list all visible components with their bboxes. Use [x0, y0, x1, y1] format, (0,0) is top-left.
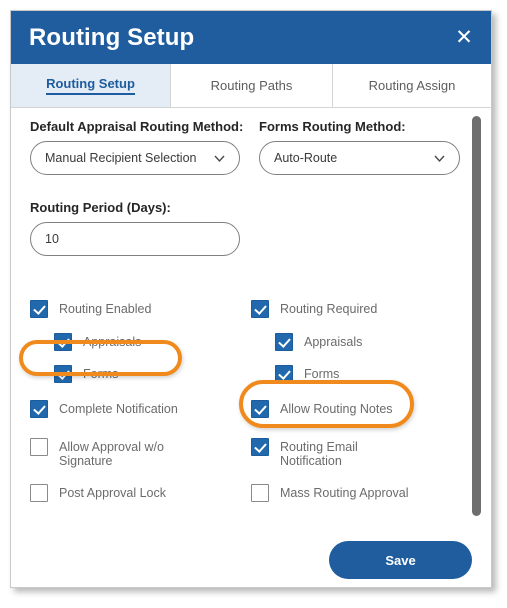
routing-setup-dialog: Routing Setup ✕ Routing Setup Routing Pa…: [10, 10, 492, 588]
checkbox-label: Routing Required: [280, 302, 378, 316]
checkbox-label: Post Approval Lock: [59, 486, 167, 500]
checkbox-row-left-appraisals[interactable]: Appraisals: [54, 333, 141, 351]
dialog-content: Default Appraisal Routing Method: Manual…: [11, 108, 491, 587]
appraisal-routing-method-value: Manual Recipient Selection: [45, 151, 197, 165]
dialog-footer: Save: [11, 535, 491, 587]
dialog-title: Routing Setup: [29, 23, 195, 51]
checkbox-row-left-allow-approval-w-o-signature[interactable]: Allow Approval w/o Signature: [30, 438, 164, 468]
checkbox-row-left-forms[interactable]: Forms: [54, 365, 118, 383]
checkbox-row-right-forms[interactable]: Forms: [275, 365, 339, 383]
checkbox-checked-icon[interactable]: [251, 438, 269, 456]
checkbox-unchecked-icon[interactable]: [30, 484, 48, 502]
checkbox-label: Forms: [304, 367, 340, 381]
forms-routing-method-label: Forms Routing Method:: [259, 119, 406, 134]
checkbox-checked-icon[interactable]: [275, 333, 293, 351]
tab-routing-assign[interactable]: Routing Assign: [333, 64, 491, 107]
checkbox-checked-icon[interactable]: [54, 333, 72, 351]
scrollbar-thumb[interactable]: [472, 116, 481, 516]
checkbox-label: Routing Email Notification: [280, 440, 358, 468]
forms-routing-method-value: Auto-Route: [274, 151, 338, 165]
checkbox-label: Appraisals: [304, 335, 363, 349]
appraisal-routing-method-select[interactable]: Manual Recipient Selection: [30, 141, 240, 175]
checkbox-label: Complete Notification: [59, 402, 178, 416]
checkbox-row-left-routing-enabled[interactable]: Routing Enabled: [30, 300, 151, 318]
dialog-titlebar: Routing Setup ✕: [11, 11, 491, 64]
checkbox-checked-icon[interactable]: [251, 300, 269, 318]
checkbox-checked-icon[interactable]: [30, 300, 48, 318]
checkbox-checked-icon[interactable]: [54, 365, 72, 383]
tab-routing-setup-label: Routing Setup: [46, 76, 135, 95]
forms-routing-method-select[interactable]: Auto-Route: [259, 141, 460, 175]
appraisal-routing-method-label: Default Appraisal Routing Method:: [30, 119, 244, 134]
checkbox-label: Forms: [83, 367, 119, 381]
checkbox-row-right-appraisals[interactable]: Appraisals: [275, 333, 362, 351]
tab-routing-paths[interactable]: Routing Paths: [171, 64, 333, 107]
checkbox-checked-icon[interactable]: [30, 400, 48, 418]
checkbox-row-right-routing-email-notification[interactable]: Routing Email Notification: [251, 438, 358, 468]
checkbox-label: Appraisals: [83, 335, 142, 349]
checkbox-row-left-post-approval-lock[interactable]: Post Approval Lock: [30, 484, 166, 502]
routing-period-label: Routing Period (Days):: [30, 200, 171, 215]
close-icon[interactable]: ✕: [451, 24, 477, 50]
routing-period-input[interactable]: [30, 222, 240, 256]
tab-routing-assign-label: Routing Assign: [368, 78, 456, 93]
checkbox-label: Allow Routing Notes: [280, 402, 393, 416]
tab-bar: Routing Setup Routing Paths Routing Assi…: [11, 64, 491, 108]
checkbox-unchecked-icon[interactable]: [251, 484, 269, 502]
checkbox-row-right-routing-required[interactable]: Routing Required: [251, 300, 377, 318]
checkbox-row-right-allow-routing-notes[interactable]: Allow Routing Notes: [251, 400, 393, 418]
checkbox-row-left-complete-notification[interactable]: Complete Notification: [30, 400, 178, 418]
checkbox-checked-icon[interactable]: [275, 365, 293, 383]
checkbox-unchecked-icon[interactable]: [30, 438, 48, 456]
checkbox-label: Mass Routing Approval: [280, 486, 409, 500]
chevron-down-icon: [434, 153, 445, 164]
checkbox-label: Allow Approval w/o Signature: [59, 440, 164, 468]
checkbox-checked-icon[interactable]: [251, 400, 269, 418]
checkbox-label: Routing Enabled: [59, 302, 152, 316]
tab-routing-setup[interactable]: Routing Setup: [11, 64, 171, 107]
tab-routing-paths-label: Routing Paths: [210, 78, 293, 93]
chevron-down-icon: [214, 153, 225, 164]
save-button[interactable]: Save: [329, 541, 472, 579]
content-scrollbar[interactable]: [472, 116, 481, 516]
checkbox-row-right-mass-routing-approval[interactable]: Mass Routing Approval: [251, 484, 409, 502]
